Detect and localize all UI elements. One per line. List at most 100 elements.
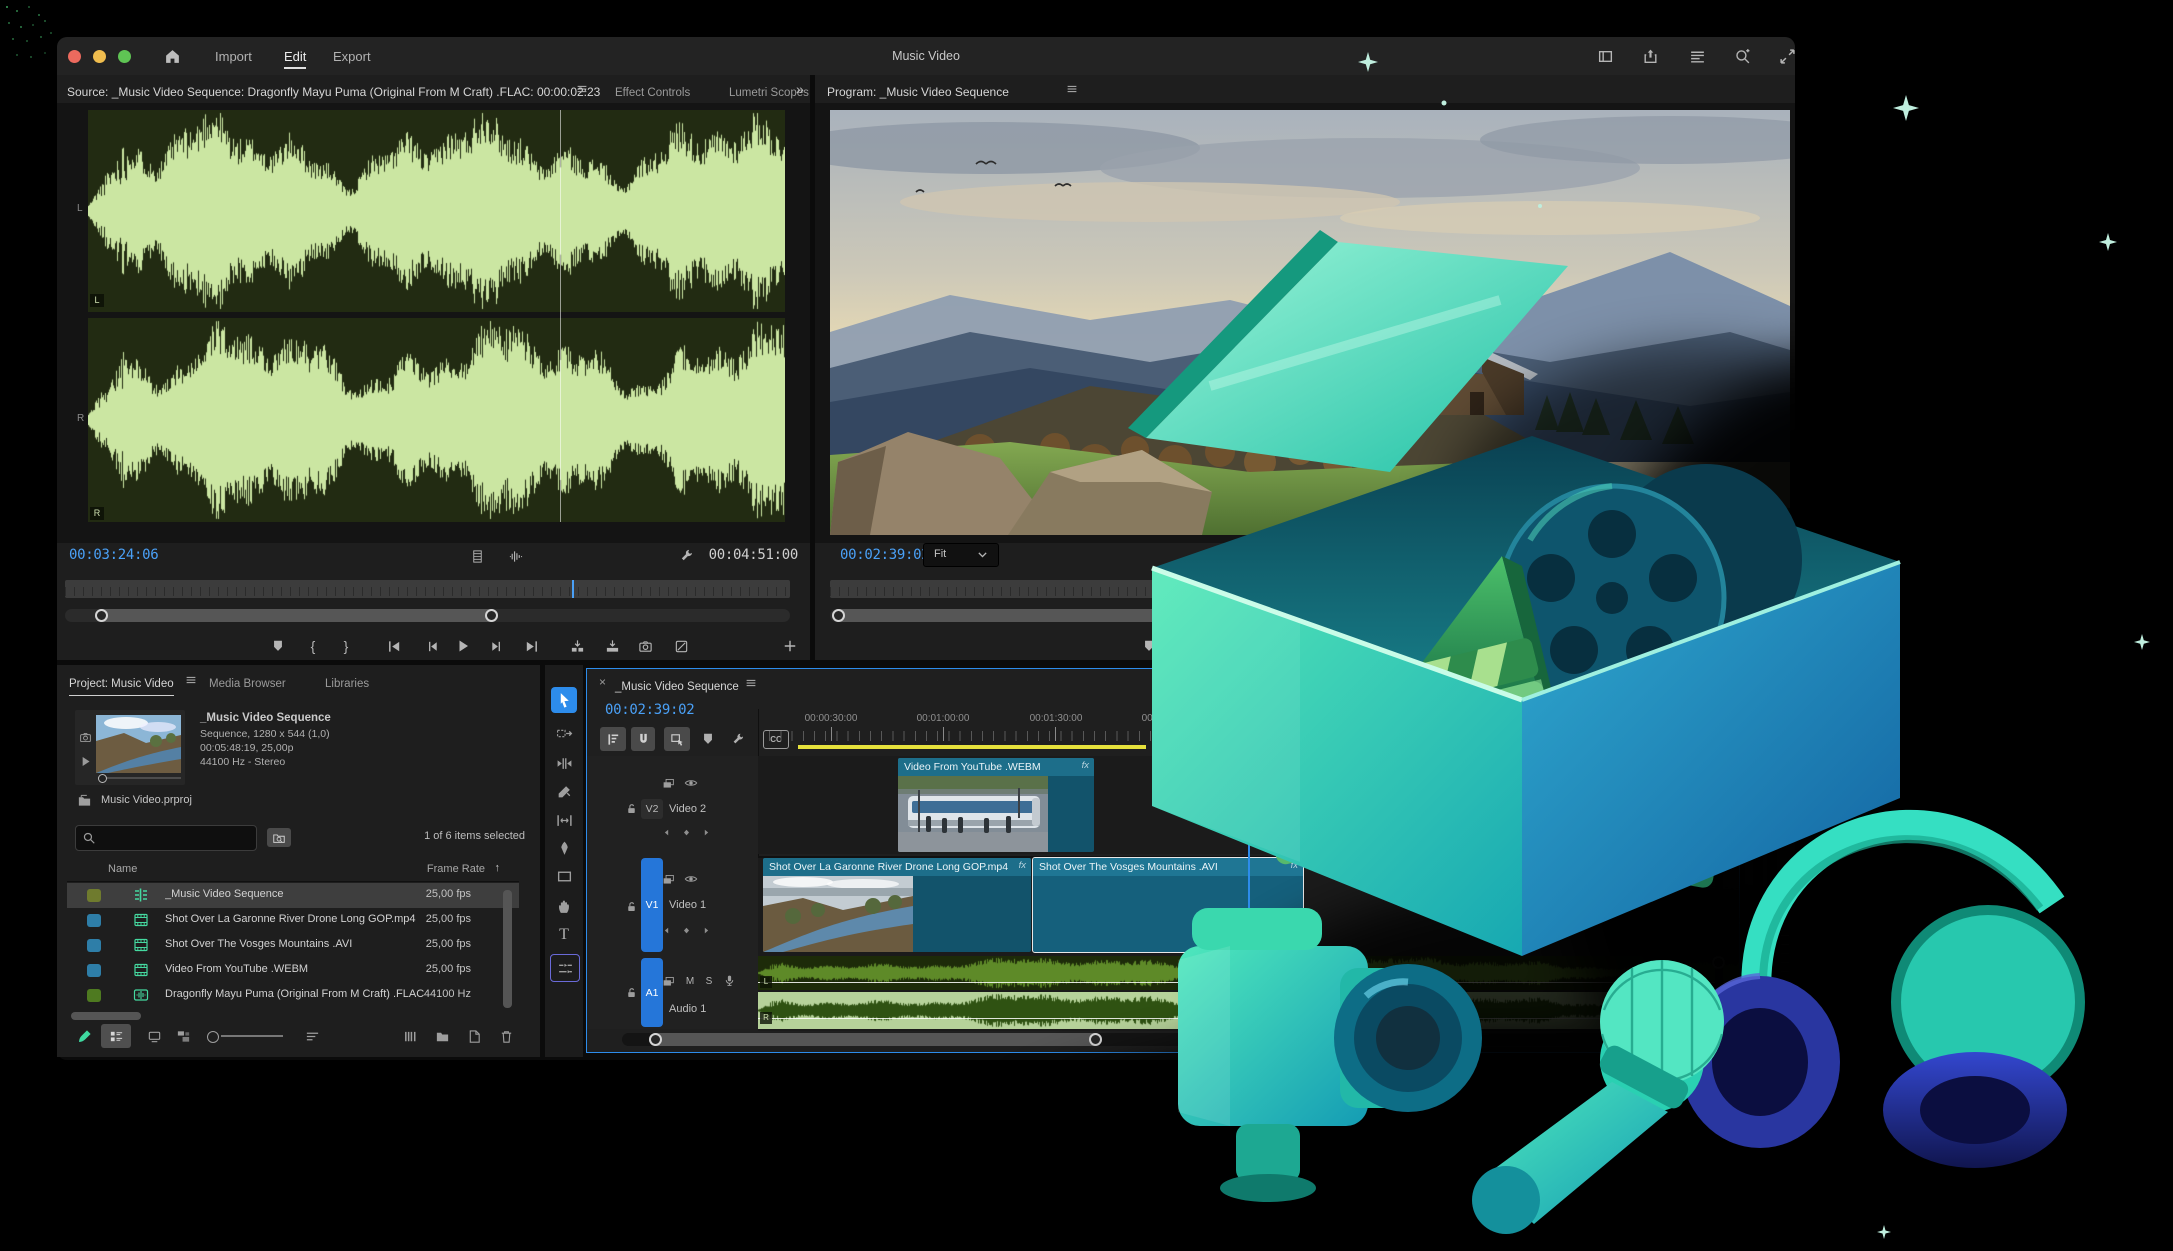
program-zoom-select[interactable]: Fit [923,543,999,567]
project-panel-menu-icon[interactable] [182,672,200,688]
project-vertical-scrollbar[interactable] [503,890,512,1008]
timeline-settings-wrench-icon[interactable] [727,727,749,751]
search-help-icon[interactable] [1732,47,1752,65]
source-waveform-playhead[interactable] [560,110,561,522]
program-go-to-out-button[interactable] [1391,633,1413,659]
list-item[interactable]: Shot Over La Garonne River Drone Long GO… [67,908,519,933]
source-settings-wrench-icon[interactable] [675,546,697,564]
timeline-position-timecode[interactable]: 00:02:39:02 [605,702,694,718]
source-mark-out-button[interactable]: } [335,633,357,659]
program-tab[interactable]: Program: _Music Video Sequence [827,83,1009,101]
program-export-frame-button[interactable] [1505,633,1527,659]
source-insert-button[interactable] [566,633,588,659]
nest-toggle-button[interactable] [600,727,626,751]
v2-lock-icon[interactable] [623,800,639,816]
project-horizontal-scrollbar[interactable] [71,1012,141,1020]
program-step-forward-button[interactable] [1356,633,1378,659]
source-button-editor-plus[interactable] [779,633,801,659]
program-extract-button[interactable] [1472,633,1494,659]
program-lift-button[interactable] [1437,633,1459,659]
program-panel-menu-icon[interactable] [1063,81,1081,97]
timeline-vscroll-knob[interactable] [1712,956,1725,969]
program-button-editor-crossed-icon[interactable] [1541,633,1563,659]
v2-track-name[interactable]: Video 2 [669,803,706,815]
source-zoom-scrollbar[interactable] [65,609,790,622]
v2-toggle-visibility-eye-icon[interactable] [682,776,700,790]
timeline-panel-menu-icon[interactable] [742,675,760,691]
source-play-button[interactable] [452,633,474,659]
a1-source-patch-badge[interactable]: A1 [641,958,663,1027]
preview-scrub-bar[interactable] [98,777,181,779]
tool-remix[interactable] [550,954,580,982]
clip-shot-over-la-garonne[interactable]: Shot Over La Garonne River Drone Long GO… [763,858,1031,952]
tool-type[interactable]: T [551,923,577,947]
search-bin-button[interactable] [267,828,291,847]
source-mini-timeline[interactable] [65,580,790,598]
new-bin-button[interactable] [429,1024,455,1048]
a1-track-name[interactable]: Audio 1 [669,1003,706,1015]
v1-toggle-visibility-eye-icon[interactable] [682,872,700,886]
v1-lock-icon[interactable] [623,898,639,914]
project-tab[interactable]: Project: Music Video [69,674,174,692]
timeline-tab[interactable]: _Music Video Sequence [615,677,739,695]
linked-selection-button[interactable] [664,727,690,751]
timeline-tab-close[interactable]: × [599,675,606,689]
v2-add-keyframe-icon[interactable] [679,825,693,839]
clip-video-from-youtube[interactable]: Video From YouTube .WEBM fx [898,758,1094,852]
v2-next-keyframe-icon[interactable] [699,825,713,839]
delete-trash-button[interactable] [493,1024,519,1048]
timeline-add-marker-button[interactable] [697,727,719,751]
fullscreen-icon[interactable] [1777,47,1797,65]
program-position-timecode[interactable]: 00:02:39:02 [840,547,929,563]
meter-solo-left-button[interactable]: S [1751,1027,1769,1043]
preview-scrub-knob[interactable] [98,774,107,783]
a1-solo-button[interactable]: S [701,974,717,988]
project-writable-pen-icon[interactable] [75,1025,95,1047]
v2-sync-lock-icon[interactable] [659,776,677,790]
program-mini-timeline[interactable] [830,580,1790,598]
tool-slip[interactable] [551,808,577,832]
source-step-forward-button[interactable] [485,633,507,659]
source-panel-menu-icon[interactable] [573,81,591,97]
new-item-button[interactable] [461,1024,487,1048]
tool-rectangle[interactable] [551,864,577,888]
v1-track-name[interactable]: Video 1 [669,899,706,911]
drag-video-only-icon[interactable] [466,547,488,565]
zoom-slider-knob[interactable] [207,1031,219,1043]
program-step-back-button[interactable] [1292,633,1314,659]
a1-lock-icon[interactable] [623,984,639,1000]
v1-source-patch-badge[interactable]: V1 [641,858,663,952]
program-zoom-handle-left[interactable] [832,609,845,622]
tool-ripple-edit[interactable] [551,751,577,775]
clip-shot-over-vosges[interactable]: Shot Over The Vosges Mountains .AVI fx [1033,858,1303,952]
list-item[interactable]: _Music Video Sequence25,00 fps [67,883,519,908]
list-item[interactable]: Shot Over The Vosges Mountains .AVI25,00… [67,933,519,958]
list-item[interactable]: Video From YouTube .WEBM25,00 fps [67,958,519,983]
source-mini-playhead[interactable] [572,580,574,598]
v1-next-keyframe-icon[interactable] [699,923,713,937]
source-button-editor-crossed-icon[interactable] [670,633,692,659]
source-position-timecode[interactable]: 00:03:24:06 [69,547,158,563]
tab-overflow-chevrons[interactable]: » [796,81,804,97]
source-tab[interactable]: Source: _Music Video Sequence: Dragonfly… [67,83,600,101]
v2-source-patch-badge[interactable]: V2 [641,799,663,819]
list-item[interactable]: Dragonfly Mayu Puma (Original From M Cra… [67,983,519,1008]
v2-prev-keyframe-icon[interactable] [659,825,673,839]
program-zoom-handle-right[interactable] [1769,609,1782,622]
project-file-name[interactable]: Music Video.prproj [101,794,192,806]
source-zoom-handle-left[interactable] [95,609,108,622]
tool-razor[interactable] [551,779,577,803]
project-search-input[interactable] [75,825,257,851]
drag-audio-only-icon[interactable] [504,547,526,565]
timeline-horizontal-scrollbar[interactable] [622,1033,1732,1046]
source-step-back-button[interactable] [421,633,443,659]
program-play-button[interactable] [1323,633,1345,659]
timeline-playhead[interactable] [1248,713,1250,1029]
tab-media-browser[interactable]: Media Browser [209,674,286,692]
tab-effect-controls[interactable]: Effect Controls [615,83,690,101]
meter-solo-right-button[interactable]: S [1773,1027,1791,1043]
tool-hand[interactable] [551,894,577,918]
source-export-frame-button[interactable] [634,633,656,659]
program-button-editor-plus[interactable] [1761,633,1783,659]
column-header-frame-rate[interactable]: Frame Rate [427,863,485,875]
